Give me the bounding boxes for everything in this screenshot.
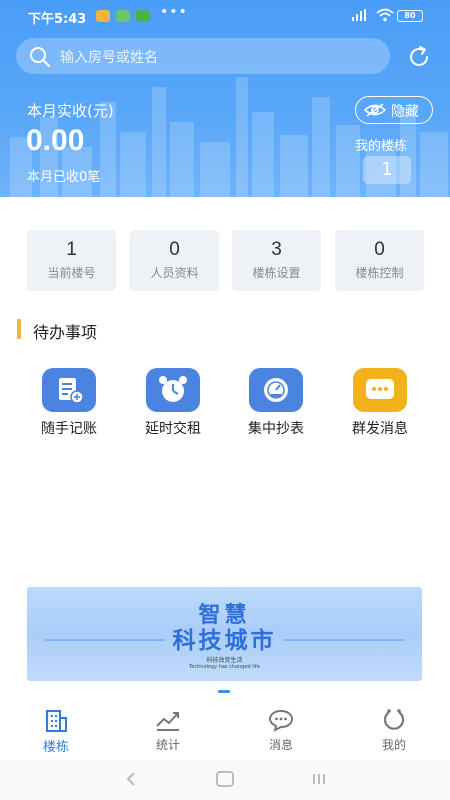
- stat-value: 1: [66, 239, 77, 260]
- banner-page-indicator: [218, 690, 230, 693]
- status-bar: 下午5:43 ••• 80: [0, 0, 450, 32]
- tab-building[interactable]: 楼栋: [16, 708, 96, 755]
- section-accent-bar: [17, 319, 21, 339]
- tab-statistics[interactable]: 统计: [128, 708, 208, 753]
- stat-label: 楼栋控制: [355, 266, 404, 280]
- stat-building-control[interactable]: 0 楼栋控制: [335, 230, 424, 291]
- profile-icon: [383, 709, 405, 730]
- system-navigation-bar: [0, 760, 450, 800]
- action-label: 群发消息: [352, 421, 408, 437]
- action-label: 延时交租: [145, 421, 201, 437]
- action-meter-reading[interactable]: 集中抄表: [238, 368, 314, 438]
- banner-title-2: 科技城市: [172, 628, 277, 654]
- signal-icon: [352, 9, 366, 21]
- stat-label: 当前楼号: [47, 266, 96, 280]
- notification-app-icon: [96, 10, 110, 22]
- action-mass-message[interactable]: 群发消息: [342, 368, 418, 438]
- stat-personnel[interactable]: 0 人员资料: [130, 230, 219, 291]
- tab-label: 消息: [268, 738, 293, 752]
- stat-label: 人员资料: [150, 266, 199, 280]
- tab-profile[interactable]: 我的: [354, 708, 434, 753]
- eye-hidden-icon: [364, 103, 386, 117]
- stat-value: 0: [374, 239, 385, 260]
- section-title: 待办事项: [33, 323, 98, 342]
- search-placeholder: 输入房号或姓名: [60, 50, 158, 66]
- stat-value: 3: [271, 239, 282, 260]
- chart-icon: [156, 712, 179, 731]
- refresh-icon[interactable]: [406, 44, 432, 70]
- summary-header: 下午5:43 ••• 80 输入房号或姓名 本月实收(元) 0.00 本月已收0…: [0, 0, 450, 197]
- banner-subtitle-en: Technology has changed life: [189, 664, 260, 670]
- hide-amount-button[interactable]: 隐藏: [355, 96, 433, 124]
- wifi-icon: [376, 8, 394, 22]
- stat-current-building[interactable]: 1 当前楼号: [27, 230, 116, 291]
- stat-building-settings[interactable]: 3 楼栋设置: [232, 230, 321, 291]
- tab-label: 楼栋: [42, 740, 69, 755]
- home-icon[interactable]: [216, 771, 234, 787]
- recent-apps-icon[interactable]: [312, 772, 326, 786]
- search-input[interactable]: 输入房号或姓名: [16, 38, 390, 74]
- monthly-income-amount: 0.00: [26, 124, 85, 157]
- search-icon: [30, 47, 51, 68]
- action-label: 随手记账: [41, 421, 97, 437]
- ledger-icon: [42, 368, 96, 412]
- received-count-text: 本月已收0笔: [27, 170, 101, 185]
- tab-label: 统计: [155, 738, 180, 752]
- banner-subtitle: 科技改变生活: [206, 657, 243, 664]
- status-time: 下午5:43: [28, 12, 87, 27]
- action-delay-rent[interactable]: 延时交租: [135, 368, 211, 438]
- action-quick-bookkeeping[interactable]: 随手记账: [31, 368, 107, 438]
- wechat-notification-icon: [116, 10, 130, 22]
- chat-icon: [268, 709, 294, 732]
- bottom-tab-bar: 楼栋 统计 消息 我的: [0, 700, 450, 760]
- action-label: 集中抄表: [248, 421, 304, 437]
- message-icon: [353, 368, 407, 412]
- battery-indicator: 80: [397, 10, 423, 22]
- my-building-label: 我的楼栋: [355, 139, 408, 154]
- my-building-count[interactable]: 1: [363, 156, 411, 184]
- building-icon: [46, 710, 67, 732]
- stat-label: 楼栋设置: [252, 266, 301, 280]
- hide-label: 隐藏: [391, 104, 419, 120]
- alarm-clock-icon: [146, 368, 200, 412]
- notification-app-icon: [136, 10, 150, 22]
- tab-messages[interactable]: 消息: [241, 708, 321, 753]
- stat-value: 0: [169, 239, 180, 260]
- meter-icon: [249, 368, 303, 412]
- back-icon[interactable]: [125, 772, 137, 786]
- monthly-income-label: 本月实收(元): [27, 102, 114, 120]
- promo-banner[interactable]: 智慧 科技城市 科技改变生活 Technology has changed li…: [27, 587, 422, 681]
- tab-label: 我的: [381, 738, 406, 752]
- more-notifications-icon: •••: [160, 4, 188, 20]
